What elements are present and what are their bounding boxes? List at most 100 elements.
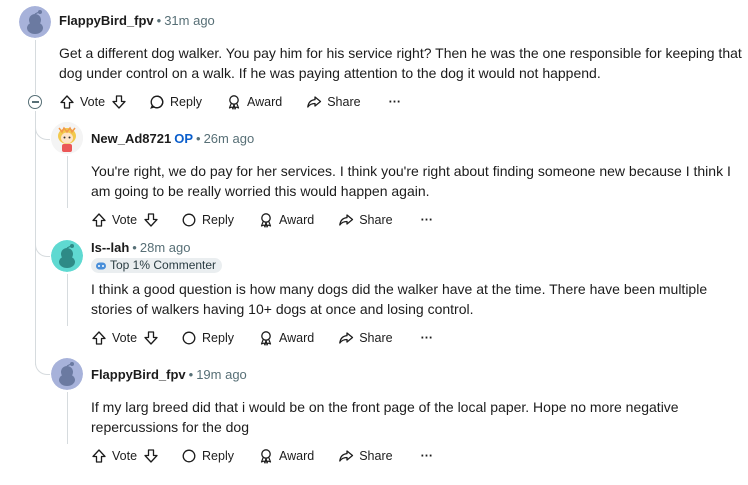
comment-body: I think a good question is how many dogs… [91,281,708,317]
upvote-button[interactable]: Vote [91,212,137,228]
ellipsis-icon: ··· [420,449,434,463]
award-label: Award [279,213,315,227]
vote-label: Vote [112,331,138,345]
author-name[interactable]: New_Ad8721 [91,131,171,146]
comment-meta: Is--lah • 28m ago [91,240,190,256]
award-button[interactable]: Award [258,330,314,346]
snoo-avatar-icon [51,240,83,272]
badge-label: Top 1% Commenter [110,258,217,272]
share-label: Share [359,213,393,227]
author-name[interactable]: FlappyBird_fpv [91,367,186,382]
reply-button[interactable]: Reply [149,94,202,110]
comment-body: Get a different dog walker. You pay him … [59,45,742,81]
reply-button[interactable]: Reply [181,448,234,464]
more-options-button[interactable]: ··· [389,95,402,109]
snoo-avatar-icon [19,6,51,38]
share-label: Share [359,331,393,345]
reply-button[interactable]: Reply [181,330,234,346]
op-badge: OP [174,131,194,146]
comment-meta: New_Ad8721 OP • 26m ago [91,131,254,147]
award-icon [260,213,272,228]
vote-label: Vote [112,449,138,463]
share-button[interactable]: Share [306,94,361,110]
vote-label: Vote [112,213,138,227]
comment-meta: FlappyBird_fpv • 19m ago [91,367,247,383]
separator-dot: • [132,240,137,255]
share-label: Share [359,449,393,463]
upvote-icon [60,95,74,109]
reply-icon [182,213,196,227]
timestamp[interactable]: 28m ago [140,240,191,255]
comment-body: If my larg breed did that i would be on … [91,399,679,435]
upvote-button[interactable]: Vote [91,448,137,464]
downvote-icon [144,449,158,463]
vote-label: Vote [80,95,106,109]
ellipsis-icon: ··· [420,331,434,345]
timestamp[interactable]: 31m ago [164,13,215,28]
reply-label: Reply [202,213,234,227]
more-options-button[interactable]: ··· [421,331,434,345]
upvote-button[interactable]: Vote [59,94,105,110]
award-icon [260,331,272,346]
more-options-button[interactable]: ··· [421,449,434,463]
share-icon [339,214,354,226]
share-label: Share [327,95,361,109]
avatar[interactable] [19,6,51,38]
award-label: Award [279,449,315,463]
downvote-icon [112,95,126,109]
award-button[interactable]: Award [258,212,314,228]
thread-line [67,274,68,326]
author-name[interactable]: FlappyBird_fpv [59,13,154,28]
commenter-badge-icon [96,262,106,269]
reply-icon [150,95,164,109]
custom-avatar-icon [51,122,83,154]
more-options-button[interactable]: ··· [421,213,434,227]
share-icon [339,332,354,344]
reply-label: Reply [202,449,234,463]
award-button[interactable]: Award [226,94,282,110]
ellipsis-icon: ··· [420,213,434,227]
share-icon [307,96,322,108]
avatar[interactable] [51,122,83,154]
reply-icon [182,331,196,345]
downvote-button[interactable] [143,212,159,228]
upvote-button[interactable]: Vote [91,330,137,346]
comment-actions: Vote Reply Award Share ··· [59,91,401,113]
separator-dot: • [196,131,201,146]
top-commenter-badge[interactable]: Top 1% Commenter [91,258,223,273]
award-icon [260,449,272,464]
timestamp[interactable]: 19m ago [196,367,247,382]
ellipsis-icon: ··· [388,95,402,109]
upvote-icon [92,331,106,345]
share-button[interactable]: Share [338,448,393,464]
downvote-button[interactable] [143,330,159,346]
thread-elbow [35,111,50,140]
downvote-button[interactable] [111,94,127,110]
thread-line [67,392,68,444]
reply-icon [182,449,196,463]
award-button[interactable]: Award [258,448,314,464]
upvote-icon [92,213,106,227]
share-button[interactable]: Share [338,330,393,346]
downvote-icon [144,331,158,345]
separator-dot: • [156,13,162,28]
reply-button[interactable]: Reply [181,212,234,228]
avatar[interactable] [51,240,83,272]
award-label: Award [279,331,315,345]
timestamp[interactable]: 26m ago [204,131,255,146]
reply-label: Reply [170,95,202,109]
reply-label: Reply [202,331,234,345]
share-icon [339,450,354,462]
thread-line [35,40,36,94]
separator-dot: • [188,367,194,382]
comment-actions: Vote Reply Award Share ··· [91,327,433,349]
collapse-icon[interactable] [28,95,42,109]
downvote-icon [144,213,158,227]
author-name[interactable]: Is--lah [91,240,129,255]
comment-actions: Vote Reply Award Share ··· [91,209,433,231]
downvote-button[interactable] [143,448,159,464]
award-label: Award [247,95,283,109]
avatar[interactable] [51,358,83,390]
share-button[interactable]: Share [338,212,393,228]
snoo-avatar-icon [51,358,83,390]
